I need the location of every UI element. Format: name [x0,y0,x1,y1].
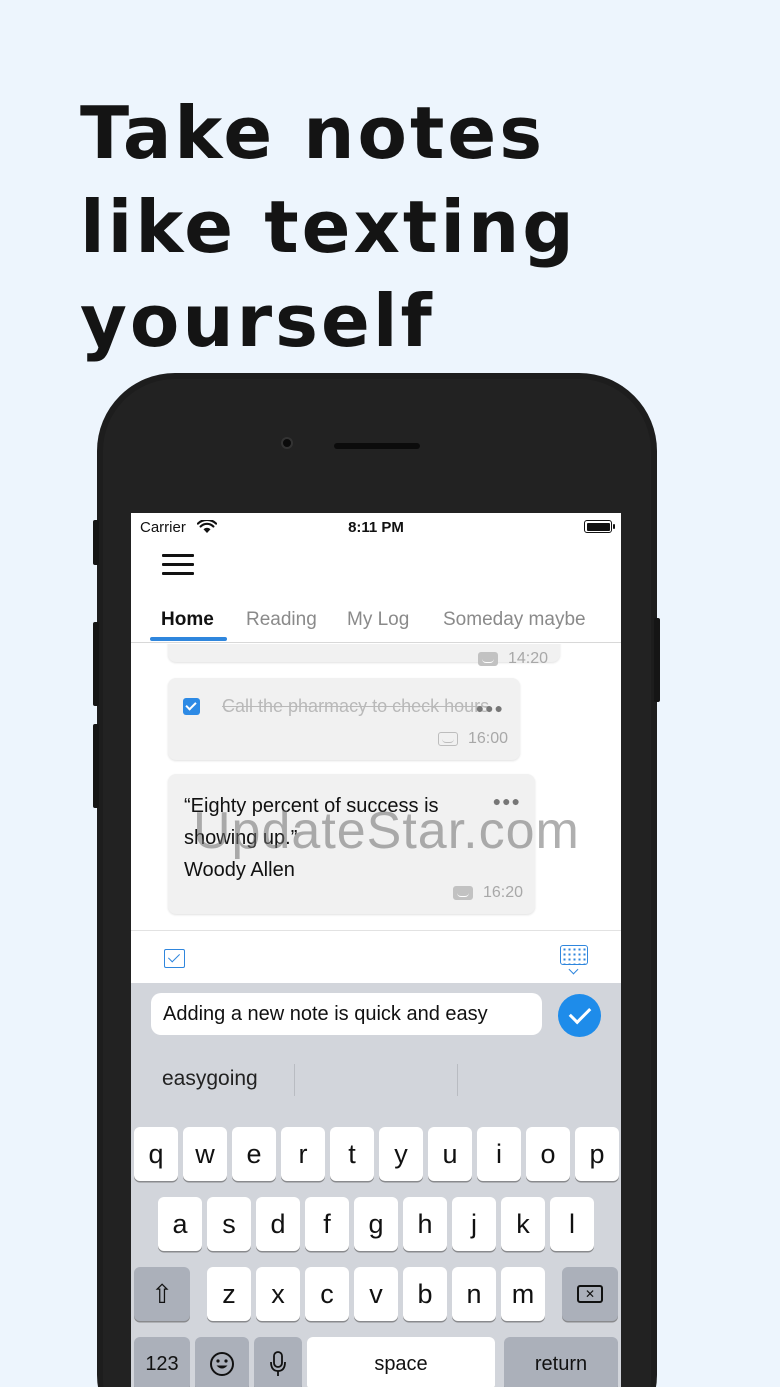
note-meta: 16:20 [452,884,523,902]
key-j[interactable]: j [452,1197,496,1251]
mute-switch [93,520,99,565]
tab-someday-maybe[interactable]: Someday maybe [443,609,586,631]
key-q[interactable]: q [134,1127,178,1181]
key-z[interactable]: z [207,1267,251,1321]
inbox-icon [437,732,458,746]
volume-up-button [93,622,99,706]
key-u[interactable]: u [428,1127,472,1181]
key-a[interactable]: a [158,1197,202,1251]
numbers-key[interactable]: 123 [134,1337,190,1387]
status-bar: Carrier 8:11 PM [131,513,621,541]
key-l[interactable]: l [550,1197,594,1251]
tab-home[interactable]: Home [161,609,214,631]
dictation-key[interactable] [254,1337,302,1387]
key-g[interactable]: g [354,1197,398,1251]
suggestion-1[interactable]: easygoing [162,1067,258,1091]
active-tab-indicator [150,637,227,641]
headline: Take notes like texting yourself [80,91,577,363]
tab-my-log[interactable]: My Log [347,609,409,631]
suggestion-divider [294,1064,295,1096]
key-k[interactable]: k [501,1197,545,1251]
phone-screen: Carrier 8:11 PM Home Reading My Log Some… [131,513,621,1387]
note-card[interactable]: 14:20 [168,644,560,667]
power-button [654,618,660,702]
shift-key[interactable]: ⇧ [134,1267,190,1321]
status-time: 8:11 PM [348,519,404,536]
key-v[interactable]: v [354,1267,398,1321]
keyboard-area: easygoing q w e r t y u i o p a s d f g … [131,983,621,1387]
key-x[interactable]: x [256,1267,300,1321]
hamburger-menu-icon[interactable] [162,554,194,578]
space-key[interactable]: space [307,1337,495,1387]
return-key[interactable]: return [504,1337,618,1387]
more-options-icon[interactable]: ●●● [493,793,521,809]
quote-note-card[interactable]: “Eighty percent of success is showing up… [168,774,535,914]
note-input[interactable] [151,993,542,1035]
inbox-icon [452,886,473,900]
key-p[interactable]: p [575,1127,619,1181]
key-b[interactable]: b [403,1267,447,1321]
emoji-key[interactable] [195,1337,249,1387]
keyboard-toggle-icon[interactable] [560,945,588,965]
compose-row [131,983,621,1046]
note-time: 16:00 [467,730,508,747]
key-y[interactable]: y [379,1127,423,1181]
key-r[interactable]: r [281,1127,325,1181]
suggestion-bar: easygoing [131,1046,621,1112]
shift-icon: ⇧ [151,1278,173,1309]
key-f[interactable]: f [305,1197,349,1251]
key-d[interactable]: d [256,1197,300,1251]
microphone-icon [270,1351,286,1376]
inbox-icon [477,652,498,666]
tab-bar: Home Reading My Log Someday maybe [131,603,621,643]
tab-reading[interactable]: Reading [246,609,317,631]
backspace-icon: ✕ [577,1285,603,1303]
send-button[interactable] [558,994,601,1037]
note-text: “Eighty percent of success is showing up… [184,795,439,881]
more-options-icon[interactable]: ●●● [476,700,504,716]
key-i[interactable]: i [477,1127,521,1181]
note-time: 16:20 [482,884,523,901]
earpiece-speaker [334,443,420,449]
key-o[interactable]: o [526,1127,570,1181]
key-t[interactable]: t [330,1127,374,1181]
key-w[interactable]: w [183,1127,227,1181]
front-camera [281,437,293,449]
key-h[interactable]: h [403,1197,447,1251]
task-note-card[interactable]: Call the pharmacy to check hours ●●● 16:… [168,678,520,760]
key-m[interactable]: m [501,1267,545,1321]
battery-icon [584,520,615,533]
checkbox-tool-icon[interactable] [164,949,185,968]
emoji-icon [210,1352,234,1376]
note-time: 14:20 [507,650,548,667]
key-e[interactable]: e [232,1127,276,1181]
key-c[interactable]: c [305,1267,349,1321]
backspace-key[interactable]: ✕ [562,1267,618,1321]
volume-down-button [93,724,99,808]
note-meta: 16:00 [437,730,508,748]
task-text: Call the pharmacy to check hours [222,696,490,716]
key-n[interactable]: n [452,1267,496,1321]
completed-checkbox[interactable] [183,698,200,715]
compose-toolbar [131,930,621,983]
key-s[interactable]: s [207,1197,251,1251]
note-meta: 14:20 [477,650,548,668]
notes-feed[interactable]: 14:20 Call the pharmacy to check hours ●… [131,644,621,930]
suggestion-divider [457,1064,458,1096]
